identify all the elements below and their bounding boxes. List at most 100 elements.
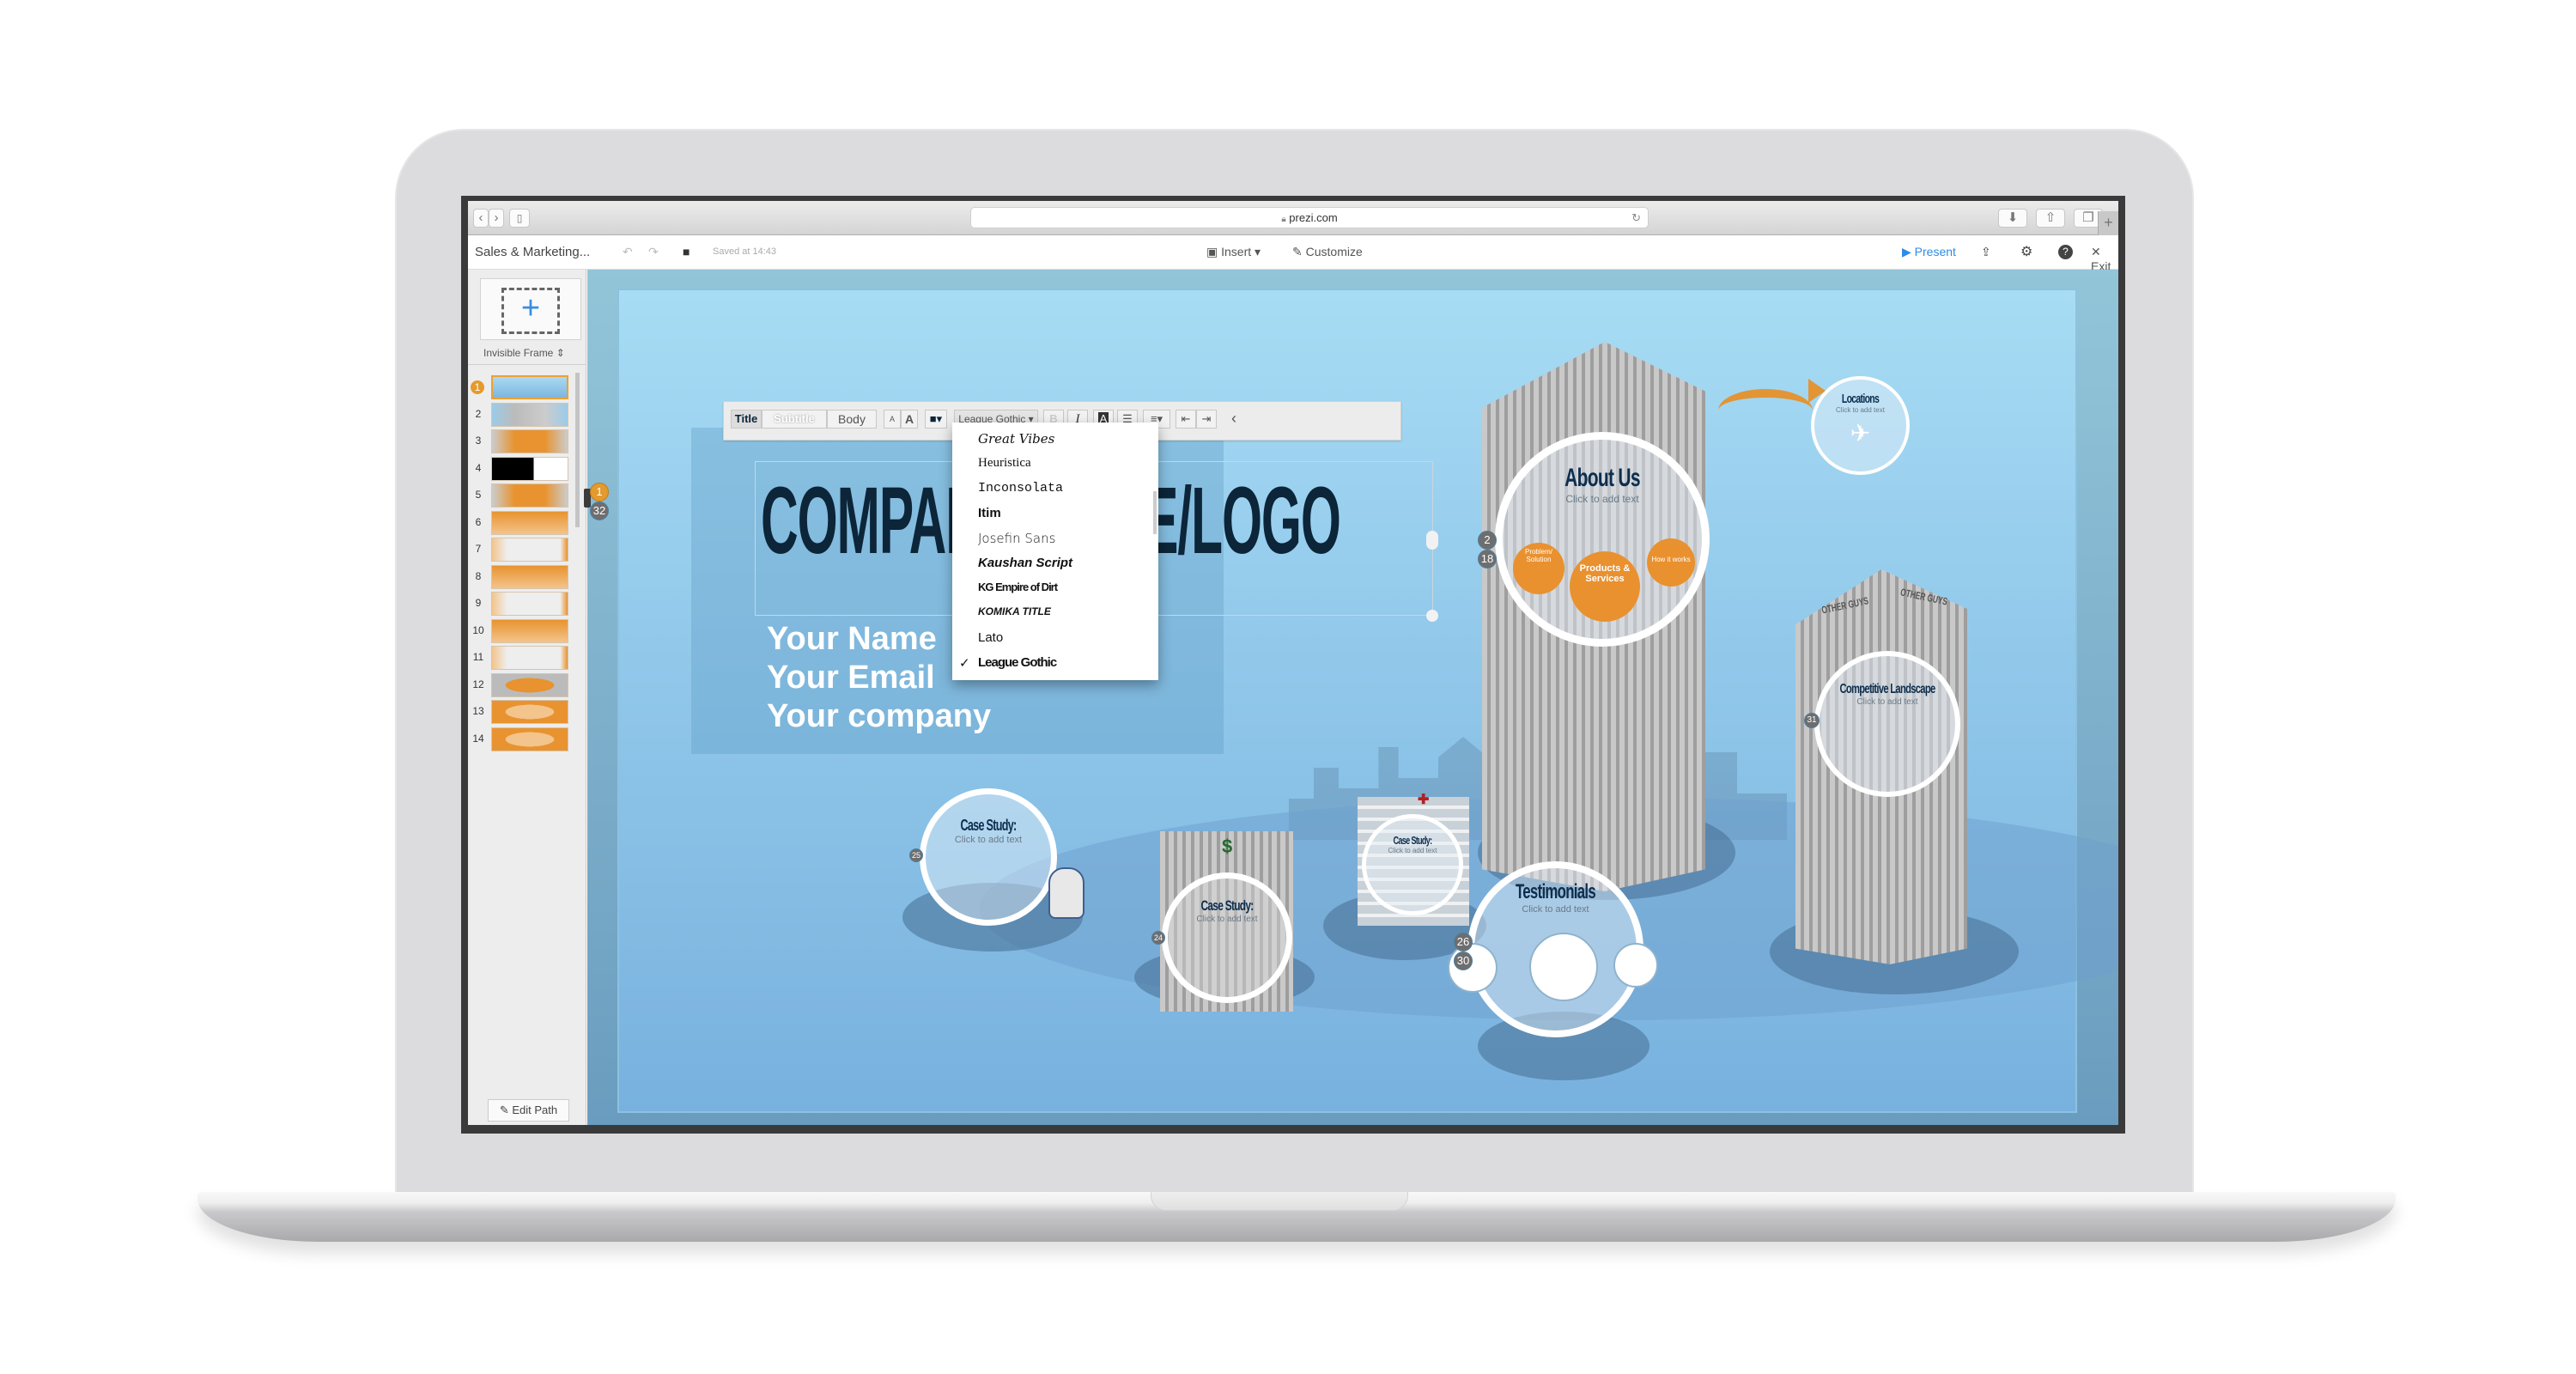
frame-placeholder-text: Click to add text: [1196, 915, 1258, 924]
prezi-app-bar: Sales & Marketing... ↶ ↷ ■ Saved at 14:4…: [468, 235, 2118, 273]
frame-locations[interactable]: Locations Click to add text ✈: [1811, 376, 1910, 475]
resize-handle[interactable]: [1426, 531, 1438, 550]
frame-case-study-3[interactable]: Case Study: Click to add text: [1362, 814, 1463, 915]
help-icon[interactable]: ?: [2058, 245, 2073, 259]
speech-bubble[interactable]: [1613, 943, 1658, 988]
frame-thumbnail[interactable]: [491, 402, 568, 427]
frame-placeholder-text: Click to add text: [1856, 697, 1918, 707]
downloads-button[interactable]: ⬇: [1998, 209, 2027, 228]
subframe-products-services[interactable]: Products & Services: [1570, 551, 1640, 622]
forward-button[interactable]: ›: [489, 209, 504, 228]
sidebar-toggle-button[interactable]: ▯: [509, 209, 530, 228]
insert-icon: ▣: [1206, 245, 1222, 258]
share-button[interactable]: ⇧: [2036, 209, 2065, 228]
frame-thumbnail[interactable]: [491, 700, 568, 724]
subframe-how-it-works[interactable]: How it works: [1647, 538, 1695, 587]
insert-menu[interactable]: ▣ Insert ▾: [1206, 245, 1261, 259]
rotate-handle[interactable]: [1426, 610, 1438, 622]
indent-button[interactable]: ⇥: [1196, 410, 1217, 429]
font-option[interactable]: League Gothic: [978, 655, 1057, 670]
presentation-title[interactable]: Sales & Marketing...: [475, 245, 590, 259]
frame-case-study-2[interactable]: Case Study: Click to add text: [1162, 872, 1292, 1003]
tabs-icon: ❐: [2082, 210, 2094, 225]
font-option[interactable]: KOMIKA TITLE: [978, 605, 1051, 617]
menu-scrollbar[interactable]: [1153, 491, 1157, 534]
present-label: Present: [1914, 245, 1956, 258]
share-icon: ⇧: [2044, 210, 2057, 225]
red-cross-icon: ✚: [1418, 793, 1430, 807]
frame-thumbnail[interactable]: [491, 538, 568, 562]
font-option[interactable]: Lato: [978, 630, 1003, 645]
frame-case-study-1[interactable]: Case Study: Click to add text: [920, 788, 1057, 926]
new-tab-button[interactable]: +: [2098, 211, 2118, 235]
frame-type-select[interactable]: Invisible Frame ⇕: [483, 347, 565, 359]
your-name-text[interactable]: Your Name: [767, 621, 937, 658]
frame-number: 12: [472, 678, 484, 690]
path-step: 18: [1478, 550, 1497, 568]
redo-icon[interactable]: ↷: [648, 245, 659, 259]
share-icon[interactable]: ⇪: [1981, 245, 1991, 259]
path-step-current: 1: [590, 483, 609, 502]
add-frame-button[interactable]: +: [480, 278, 581, 340]
increase-font-size-button[interactable]: A: [901, 410, 918, 429]
font-option[interactable]: Kaushan Script: [978, 556, 1072, 570]
font-option[interactable]: Inconsolata: [978, 481, 1063, 495]
path-step: 25: [909, 848, 923, 862]
path-step-total: 32: [590, 502, 609, 520]
reload-icon[interactable]: ↻: [1631, 208, 1641, 228]
frame-number: 4: [475, 461, 482, 474]
frame-thumbnail[interactable]: [491, 510, 568, 535]
frame-thumbnail[interactable]: [491, 375, 568, 399]
customize-button[interactable]: ✎ Customize: [1292, 245, 1363, 259]
insert-label: Insert ▾: [1221, 245, 1261, 258]
font-option[interactable]: KG Empire of Dirt: [978, 581, 1058, 593]
outdent-button[interactable]: ⇤: [1176, 410, 1196, 429]
save-icon[interactable]: ■: [683, 245, 690, 258]
frame-title: About Us: [1564, 464, 1640, 492]
laptop-screen: ‹ › ▯ 🔒︎ prezi.com ↻ ⬇ ⇧ ❐ + Sales & Mar…: [461, 196, 2125, 1134]
frame-thumbnail[interactable]: [491, 618, 568, 643]
path-step: 26: [1454, 933, 1473, 951]
frame-placeholder-text: Click to add text: [1565, 493, 1639, 505]
your-company-text[interactable]: Your company: [767, 698, 991, 735]
frame-thumbnail[interactable]: [491, 592, 568, 616]
path-step: 24: [1151, 931, 1165, 945]
address-bar[interactable]: 🔒︎ prezi.com ↻: [970, 207, 1649, 228]
edit-path-button[interactable]: ✎ Edit Path: [488, 1099, 569, 1122]
frame-thumbnail[interactable]: [491, 483, 568, 508]
font-option[interactable]: Great Vibes: [978, 431, 1054, 447]
frame-thumbnail[interactable]: [491, 429, 568, 453]
prezi-canvas[interactable]: 1 32 COMPANY NAME/LOGO Your Name Your Em…: [584, 270, 2118, 1125]
frame-thumbnail[interactable]: [491, 564, 568, 589]
sidebar-scrollbar[interactable]: [575, 373, 580, 527]
back-button[interactable]: ‹: [473, 209, 489, 228]
style-title-button[interactable]: Title: [731, 410, 762, 429]
forward-icon: ›: [494, 210, 499, 225]
frame-number: 11: [472, 651, 484, 663]
dollar-sign-icon: $: [1222, 836, 1233, 857]
airplane-icon: ✈: [1850, 420, 1871, 447]
font-option[interactable]: Josefin Sans: [978, 531, 1055, 546]
collapse-toolbar-button[interactable]: ‹: [1225, 410, 1242, 429]
frame-competitive-landscape[interactable]: Competitive Landscape Click to add text: [1814, 651, 1960, 797]
subframe-problem-solution[interactable]: Problem/ Solution: [1513, 543, 1564, 594]
speech-bubble[interactable]: [1529, 933, 1598, 1001]
present-button[interactable]: ▶ Present: [1902, 245, 1956, 259]
style-body-button[interactable]: Body: [827, 410, 877, 429]
font-option[interactable]: Itim: [978, 506, 1001, 520]
frame-thumbnail[interactable]: [491, 672, 568, 697]
frame-thumbnail[interactable]: [491, 646, 568, 670]
laptop-notch: [1151, 1192, 1408, 1211]
frame-thumbnail[interactable]: [491, 456, 568, 481]
frame-thumbnail[interactable]: [491, 727, 568, 751]
font-option[interactable]: Heuristica: [978, 456, 1031, 471]
your-email-text[interactable]: Your Email: [767, 660, 935, 696]
undo-icon[interactable]: ↶: [623, 245, 633, 259]
text-color-picker[interactable]: ■▾: [925, 410, 947, 429]
style-subtitle-button[interactable]: Subtitle: [762, 410, 827, 429]
settings-icon[interactable]: ⚙: [2020, 243, 2032, 260]
frame-about-us[interactable]: About Us Click to add text Problem/ Solu…: [1495, 432, 1710, 647]
frame-number: 7: [475, 543, 482, 555]
speech-bubble[interactable]: [1448, 943, 1498, 993]
decrease-font-size-button[interactable]: A: [884, 410, 901, 429]
